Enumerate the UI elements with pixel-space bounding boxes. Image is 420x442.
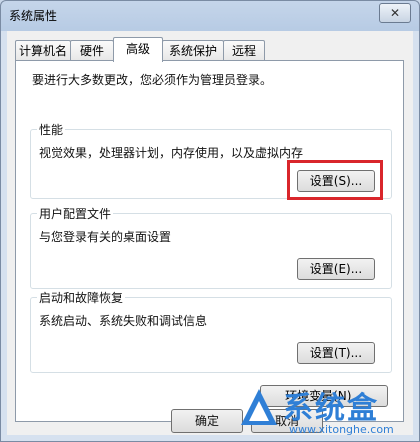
user-profiles-desc: 与您登录有关的桌面设置 — [39, 230, 172, 244]
watermark-url: www.xitonghe.com — [289, 423, 394, 436]
startup-recovery-title: 启动和故障恢复 — [37, 289, 126, 306]
highlight-box — [287, 160, 383, 200]
performance-desc: 视觉效果，处理器计划，内存使用，以及虚拟内存 — [39, 146, 304, 160]
tab-hardware[interactable]: 硬件 — [70, 40, 114, 61]
tab-computer-name[interactable]: 计算机名 — [15, 40, 71, 61]
tab-system-protection[interactable]: 系统保护 — [162, 40, 224, 61]
admin-notice: 要进行大多数更改，您必须作为管理员登录。 — [32, 73, 273, 87]
window-title: 系统属性 — [9, 9, 58, 23]
advanced-tab-panel: 要进行大多数更改，您必须作为管理员登录。 性能 视觉效果，处理器计划，内存使用，… — [15, 60, 404, 422]
tab-remote[interactable]: 远程 — [223, 40, 265, 61]
tab-advanced[interactable]: 高级 — [113, 37, 163, 62]
site-watermark: 系统盒 www.xitonghe.com — [235, 381, 415, 439]
dialog-client-area: 计算机名 硬件 高级 系统保护 远程 要进行大多数更改，您必须作为管理员登录。 … — [7, 31, 413, 435]
startup-recovery-desc: 系统启动、系统失败和调试信息 — [39, 314, 208, 328]
ok-button[interactable]: 确定 — [171, 409, 243, 433]
performance-group: 性能 视觉效果，处理器计划，内存使用，以及虚拟内存 设置(S)... — [30, 121, 392, 200]
performance-title: 性能 — [37, 121, 66, 138]
user-profiles-title: 用户配置文件 — [37, 205, 114, 222]
watermark-name: 系统盒 — [283, 391, 379, 426]
user-profiles-settings-button[interactable]: 设置(E)... — [297, 258, 375, 280]
close-button[interactable]: ✕ — [379, 3, 411, 23]
startup-recovery-group: 启动和故障恢复 系统启动、系统失败和调试信息 设置(T)... — [30, 289, 392, 373]
startup-recovery-settings-button[interactable]: 设置(T)... — [297, 342, 375, 364]
user-profiles-group: 用户配置文件 与您登录有关的桌面设置 设置(E)... — [30, 205, 392, 289]
watermark-logo-icon — [241, 389, 277, 425]
system-properties-window: 系统属性 ✕ 计算机名 硬件 高级 系统保护 远程 要进行大多数更改，您必须作为… — [0, 0, 420, 442]
title-bar[interactable]: 系统属性 ✕ — [1, 1, 419, 29]
